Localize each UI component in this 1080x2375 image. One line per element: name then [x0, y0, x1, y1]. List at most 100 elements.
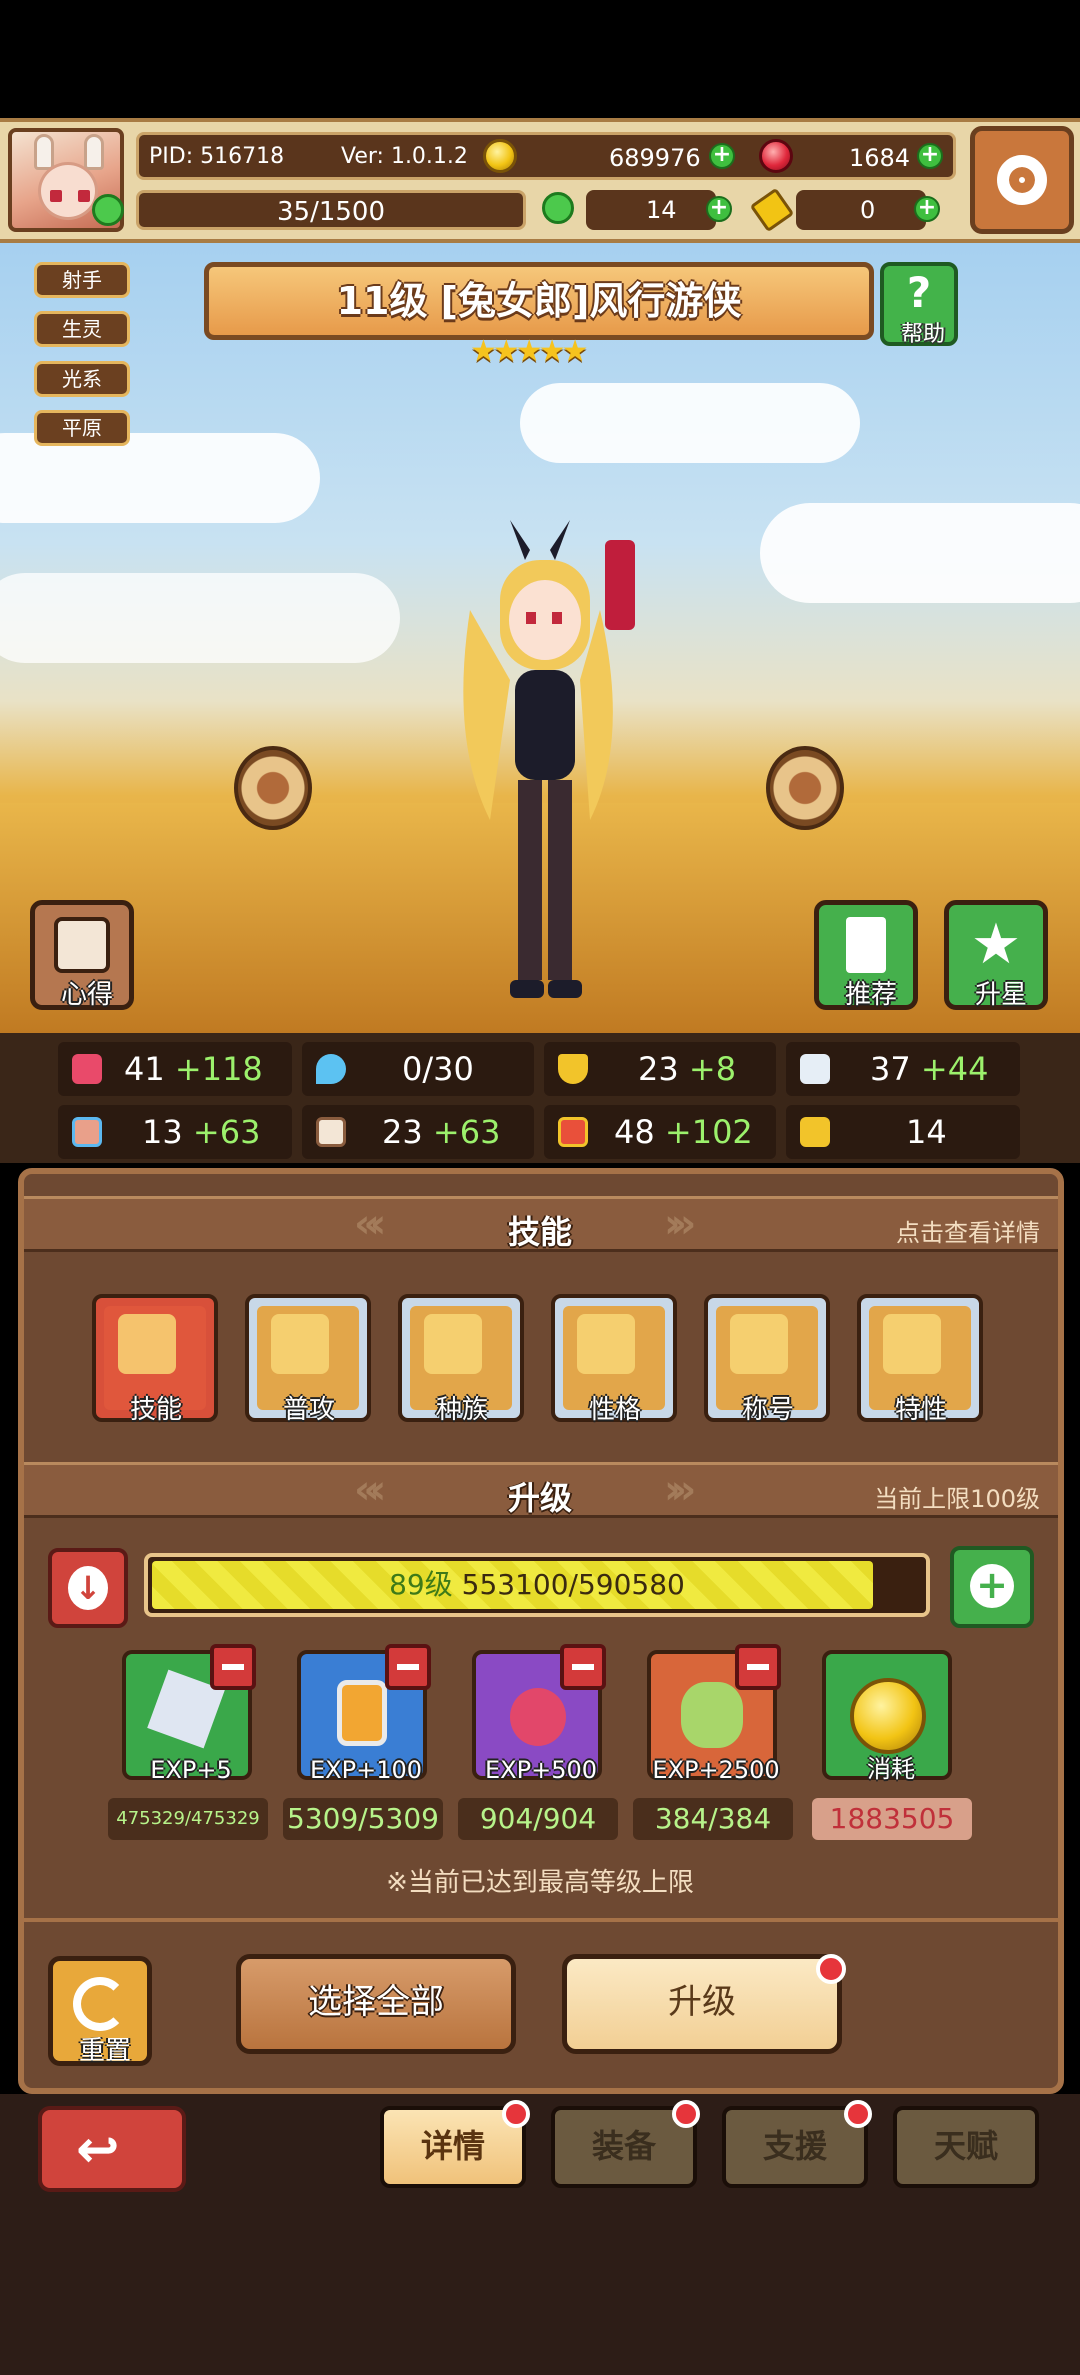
- gold-coin-icon: [850, 1678, 926, 1754]
- hero-title: 11级 [兔女郎]风行游侠: [336, 279, 742, 323]
- skill-label: 技能: [129, 1395, 182, 1425]
- stat-value: 14: [906, 1113, 947, 1151]
- tag-terrain: 平原: [34, 410, 130, 446]
- level-down-button[interactable]: ↓: [48, 1548, 128, 1628]
- upgrade-button[interactable]: 升级: [562, 1954, 842, 2054]
- exp-progress-text: 89级 553100/590580: [148, 1557, 926, 1613]
- skill-label: 特性: [894, 1395, 947, 1425]
- game-version: Ver: 1.0.1.2: [341, 144, 468, 169]
- stat-mana: 0/30: [302, 1042, 534, 1096]
- skill-slot-race[interactable]: 种族: [398, 1294, 524, 1425]
- plus-icon: [577, 1314, 635, 1374]
- reset-button[interactable]: 重置: [48, 1956, 152, 2066]
- clover-amount: 14: [646, 196, 677, 224]
- heart-icon: [72, 1054, 102, 1084]
- skill-label: 称号: [741, 1395, 794, 1425]
- exp-value: 553100/590580: [461, 1568, 685, 1601]
- stat-crit: 48 +102: [544, 1105, 776, 1159]
- chevron-left-icon: «‹: [354, 1467, 386, 1513]
- tab-equipment-dot: [672, 2100, 700, 2128]
- remove-button[interactable]: [735, 1644, 781, 1690]
- skills-section-header[interactable]: «‹ 技能 ›» 点击查看详情: [24, 1196, 1058, 1252]
- material-label: EXP+2500: [652, 1756, 780, 1784]
- energy-bar: 35/1500: [136, 190, 526, 230]
- material-count: 475329/475329: [108, 1798, 268, 1840]
- stat-value: 13: [142, 1113, 183, 1151]
- stat-speed: 37 +44: [786, 1042, 1020, 1096]
- back-button[interactable]: ↩: [38, 2106, 186, 2192]
- resource-row-top: PID: 516718 Ver: 1.0.1.2 689976 + 1684 +: [136, 132, 956, 180]
- potion-icon: [337, 1680, 387, 1746]
- reset-label: 重置: [78, 2036, 131, 2066]
- thumbs-up-icon: [846, 917, 886, 973]
- energy-clover-icon: [92, 194, 124, 226]
- stat-attack: 13 +63: [58, 1105, 292, 1159]
- notebook-icon: [54, 917, 110, 973]
- add-clover-button[interactable]: +: [706, 196, 732, 222]
- tag-element: 光系: [34, 361, 130, 397]
- skill-slot-skill[interactable]: 技能: [92, 1294, 218, 1425]
- level-up-plus-button[interactable]: +: [950, 1546, 1034, 1628]
- skill-label: 种族: [435, 1395, 488, 1425]
- stat-value: 23: [382, 1113, 423, 1151]
- star-icon: ★: [970, 912, 1022, 977]
- plus-icon: +: [970, 1564, 1014, 1608]
- max-level-notice: ※当前已达到最高等级上限: [386, 1868, 694, 1898]
- clover-counter: 14: [586, 190, 716, 230]
- insight-button[interactable]: 心得: [30, 900, 134, 1010]
- water-drop-icon: [316, 1054, 346, 1084]
- book-icon: [316, 1117, 346, 1147]
- add-gold-button[interactable]: +: [709, 143, 735, 169]
- status-area: [0, 0, 1080, 118]
- resource-row-bottom: 35/1500 14 + 0 +: [92, 186, 956, 233]
- right-rune-icon[interactable]: [766, 746, 844, 830]
- add-gem-button[interactable]: +: [917, 143, 943, 169]
- stat-value: 48: [614, 1113, 655, 1151]
- add-key-button[interactable]: +: [914, 196, 940, 222]
- stat-value: 23: [638, 1050, 679, 1088]
- material-label: EXP+100: [310, 1756, 422, 1784]
- refresh-icon: [73, 1977, 127, 2031]
- material-count: 384/384: [633, 1798, 793, 1840]
- material-exp500[interactable]: EXP+500: [472, 1644, 606, 1784]
- remove-button[interactable]: [385, 1644, 431, 1690]
- material-label: 消耗: [867, 1755, 915, 1783]
- settings-button[interactable]: [970, 126, 1074, 234]
- skill-label: 普攻: [282, 1395, 335, 1425]
- skill-slot-trait[interactable]: 特性: [857, 1294, 983, 1425]
- select-all-button[interactable]: 选择全部: [236, 1954, 516, 2054]
- skill-slot-title[interactable]: 称号: [704, 1294, 830, 1425]
- tab-support-dot: [844, 2100, 872, 2128]
- sword-icon: [271, 1314, 329, 1374]
- stat-bonus: +8: [688, 1050, 737, 1088]
- shield-icon: [558, 1054, 588, 1084]
- upgrade-notification-dot: [816, 1954, 846, 1984]
- wing-icon: [800, 1054, 830, 1084]
- remove-button[interactable]: [210, 1644, 256, 1690]
- key-counter: 0: [796, 190, 926, 230]
- chevron-right-icon: ›»: [664, 1467, 696, 1513]
- gear-icon: [997, 155, 1047, 205]
- material-exp5[interactable]: EXP+5: [122, 1644, 256, 1784]
- skill-slot-attack[interactable]: 普攻: [245, 1294, 371, 1425]
- gold-cost: 1883505: [812, 1798, 972, 1840]
- recommend-button[interactable]: 推荐: [814, 900, 918, 1010]
- material-exp2500[interactable]: EXP+2500: [647, 1644, 781, 1784]
- left-rune-icon[interactable]: [234, 746, 312, 830]
- bunny-ear-right: [84, 134, 104, 170]
- star-up-button[interactable]: ★ 升星: [944, 900, 1048, 1010]
- help-label: 帮助: [900, 322, 945, 347]
- tag-class: 射手: [34, 262, 130, 298]
- strawberry-icon: [510, 1688, 566, 1746]
- chevron-right-icon: ›»: [664, 1201, 696, 1247]
- skill-slot-personality[interactable]: 性格: [551, 1294, 677, 1425]
- tab-talent[interactable]: 天赋: [893, 2106, 1039, 2188]
- stat-magic: 23 +63: [302, 1105, 534, 1159]
- remove-button[interactable]: [560, 1644, 606, 1690]
- material-exp100[interactable]: EXP+100: [297, 1644, 431, 1784]
- stat-hp: 41 +118: [58, 1042, 292, 1096]
- key-amount: 0: [860, 196, 876, 224]
- recommend-label: 推荐: [844, 980, 897, 1010]
- skills-hint: 点击查看详情: [896, 1219, 1040, 1247]
- help-button[interactable]: ? 帮助: [880, 262, 958, 347]
